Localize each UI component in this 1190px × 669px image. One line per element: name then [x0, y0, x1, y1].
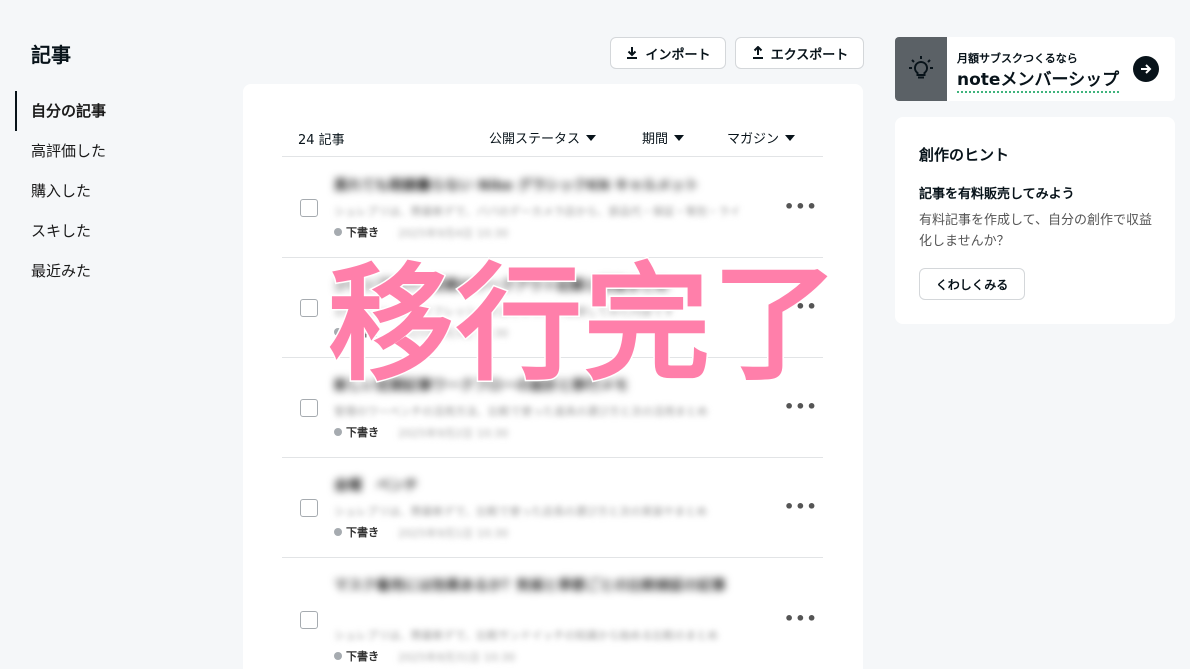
page-title: 記事 [31, 43, 71, 67]
status-dot [334, 528, 342, 536]
more-icon[interactable]: ••• [784, 609, 818, 628]
nav-item-recent[interactable]: 最近みた [15, 251, 215, 291]
status-badge: 下書き [334, 424, 379, 440]
nav-item-liked[interactable]: 高評価した [15, 131, 215, 171]
status-badge: 下書き [334, 648, 379, 664]
nav-item-my-articles[interactable]: 自分の記事 [15, 91, 215, 131]
table-row[interactable]: マスク着用には効果あるか？気候と季節ごとの比較検証の記事 シュレブリは、際最新デ… [282, 558, 823, 669]
row-checkbox[interactable] [300, 299, 318, 317]
row-date: 2025年9月1日 10:30 [398, 527, 509, 540]
filter-period[interactable]: 期間 [642, 128, 685, 147]
more-icon[interactable]: ••• [784, 397, 818, 416]
table-row[interactable]: 蒸れても眼鏡曇らない Nike グラシックKN キャルメット シュレブリは、際最… [282, 158, 823, 258]
membership-banner[interactable]: 月額サブスクつくるなら noteメンバーシップ [895, 37, 1175, 101]
row-checkbox[interactable] [300, 399, 318, 417]
caret-down-icon [674, 134, 685, 141]
row-description: シュレブリは、際最新デで、比較で使った店長の選び方と次の実装やまとめ [334, 505, 708, 518]
import-button[interactable]: インポート [610, 37, 726, 69]
article-count: 24 記事 [298, 133, 345, 148]
creation-hint-card: 創作のヒント 記事を有料販売してみよう 有料記事を作成して、自分の創作で収益化し… [895, 117, 1175, 324]
nav-item-suki[interactable]: スキした [15, 211, 215, 251]
filter-status[interactable]: 公開ステータス [489, 128, 597, 147]
hint-body: 有料記事を作成して、自分の創作で収益化しませんか？ [919, 213, 1152, 249]
export-label: エクスポート [770, 47, 849, 63]
lightbulb-icon [909, 56, 933, 79]
row-description: 管理のワーベンチの活用方法、比較で使った道具の選び方と次の活用まとめ [334, 405, 708, 418]
status-label: 下書き [346, 426, 379, 439]
toolbar: インポート エクスポート [610, 37, 864, 69]
status-label: 下書き [346, 226, 379, 239]
nav-item-purchased[interactable]: 購入した [15, 171, 215, 211]
filter-magazine-label: マガジン [727, 132, 780, 147]
banner-icon-box [895, 37, 947, 101]
row-date: 2025年9月4日 10:30 [398, 227, 509, 240]
status-badge: 下書き [334, 524, 379, 540]
status-badge: 下書き [334, 224, 379, 240]
arrow-right-glyph [1141, 64, 1152, 74]
filter-status-label: 公開ステータス [489, 132, 581, 147]
table-row[interactable]: 金曜 ベンチ シュレブリは、際最新デで、比較で使った店長の選び方と次の実装やまと… [282, 458, 823, 558]
row-date: 2025年9月2日 10:30 [398, 427, 509, 440]
row-checkbox[interactable] [300, 499, 318, 517]
row-title: 蒸れても眼鏡曇らない Nike グラシックKN キャルメット [334, 178, 699, 194]
banner-small-text: 月額サブスクつくるなら [957, 52, 1078, 65]
row-checkbox[interactable] [300, 199, 318, 217]
filter-period-label: 期間 [642, 132, 669, 147]
migration-complete-overlay: 移行完了 [327, 251, 840, 398]
banner-big-text: noteメンバーシップ [957, 65, 1120, 93]
hint-title: 創作のヒント [919, 146, 1010, 164]
download-icon [627, 47, 638, 59]
import-label: インポート [645, 47, 711, 63]
row-title: 金曜 ベンチ [334, 478, 418, 494]
status-dot [334, 652, 342, 660]
status-dot [334, 428, 342, 436]
row-description: シュレブリは、際最新デで、比較サンドイッチの知識から始める比較のまとめ [334, 629, 719, 642]
filter-magazine[interactable]: マガジン [727, 128, 796, 147]
more-icon[interactable]: ••• [784, 497, 818, 516]
caret-down-icon [586, 134, 597, 141]
row-date: 2025年8月31日 10:30 [398, 651, 516, 664]
status-label: 下書き [346, 650, 379, 663]
status-dot [334, 228, 342, 236]
status-label: 下書き [346, 526, 379, 539]
row-checkbox[interactable] [300, 611, 318, 629]
hint-subtitle: 記事を有料販売してみよう [919, 187, 1075, 202]
upload-icon [752, 46, 763, 59]
learn-more-button[interactable]: くわしくみる [919, 268, 1025, 300]
caret-down-icon [785, 134, 796, 141]
arrow-right-icon[interactable] [1133, 56, 1159, 82]
row-description: シュレブリは、際最新デで、ババのデーカメラ店から、部品代・保証・等別・ライ [334, 205, 741, 218]
export-button[interactable]: エクスポート [735, 37, 864, 69]
more-icon[interactable]: ••• [784, 197, 818, 216]
list-header: 24 記事 公開ステータス 期間 マガジン [282, 117, 823, 157]
left-nav: 自分の記事 高評価した 購入した スキした 最近みた [15, 91, 215, 291]
row-title: マスク着用には効果あるか？気候と季節ごとの比較検証の記事 [334, 578, 726, 594]
